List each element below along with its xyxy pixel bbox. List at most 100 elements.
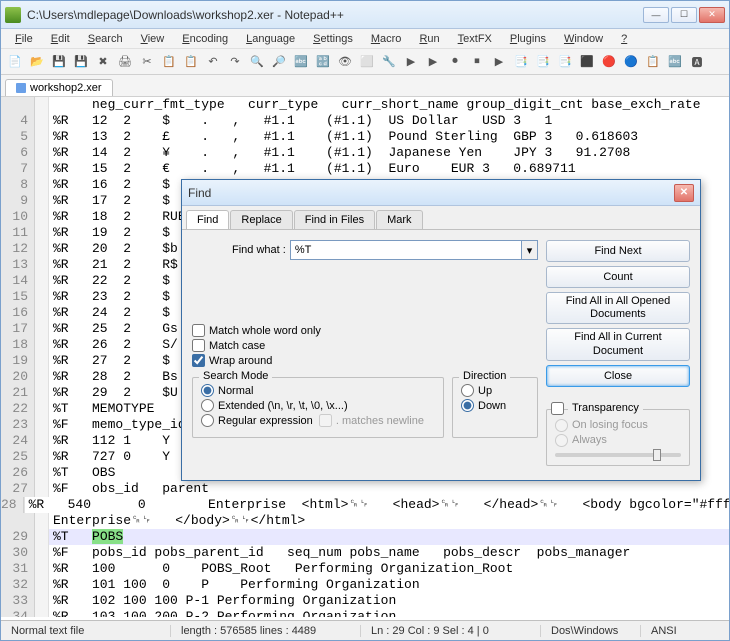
line-content[interactable]: %T OBS [49, 465, 115, 481]
toolbar-button-23[interactable]: 📑 [511, 52, 531, 72]
line-content[interactable]: %F obs_id parent [49, 481, 209, 497]
toolbar-button-5[interactable]: 🖨 [115, 52, 135, 72]
line-content[interactable]: %F memo_type_id [49, 417, 186, 433]
line-content[interactable]: neg_curr_fmt_type curr_type curr_short_n… [49, 97, 701, 113]
find-all-opened-button[interactable]: Find All in All Opened Documents [546, 292, 690, 324]
line-content[interactable]: Enterprise␍␊ </body>␍␊</html> [49, 513, 305, 529]
transparency-checkbox[interactable] [551, 402, 564, 415]
menu-textfx[interactable]: TextFX [450, 31, 500, 47]
menu-edit[interactable]: Edit [43, 31, 78, 47]
line-content[interactable]: %R 22 2 $ [49, 273, 170, 289]
editor-line[interactable]: 33%R 102 100 100 P-1 Performing Organiza… [1, 593, 729, 609]
menu-view[interactable]: View [133, 31, 173, 47]
editor-line[interactable]: 5%R 13 2 £ . , #1.1 (#1.1) Pound Sterlin… [1, 129, 729, 145]
line-content[interactable]: %R 100 0 POBS_Root Performing Organizati… [49, 561, 513, 577]
dialog-titlebar[interactable]: Find ✕ [182, 180, 700, 206]
close-button[interactable]: ✕ [699, 7, 725, 23]
document-tabs[interactable]: workshop2.xer [1, 75, 729, 97]
line-content[interactable]: %R 540 0 Enterprise <html>␍␊ <head>␍␊ </… [25, 497, 729, 513]
toolbar-button-9[interactable]: ↶ [203, 52, 223, 72]
toolbar-button-22[interactable]: ▶ [489, 52, 509, 72]
dlg-tab-mark[interactable]: Mark [376, 210, 422, 229]
editor-line[interactable]: 6%R 14 2 ¥ . , #1.1 (#1.1) Japanese Yen … [1, 145, 729, 161]
toolbar-button-18[interactable]: ▶ [401, 52, 421, 72]
toolbar-button-20[interactable]: ⏺ [445, 52, 465, 72]
menu-settings[interactable]: Settings [305, 31, 361, 47]
toolbar-button-10[interactable]: ↷ [225, 52, 245, 72]
toolbar-button-24[interactable]: 📑 [533, 52, 553, 72]
mode-extended-radio[interactable] [201, 399, 214, 412]
toolbar-button-16[interactable]: ⬜ [357, 52, 377, 72]
editor-line[interactable]: 31%R 100 0 POBS_Root Performing Organiza… [1, 561, 729, 577]
direction-up-radio[interactable] [461, 384, 474, 397]
editor-line[interactable]: 30%F pobs_id pobs_parent_id seq_num pobs… [1, 545, 729, 561]
mode-normal-radio[interactable] [201, 384, 214, 397]
toolbar-button-21[interactable]: ⏹ [467, 52, 487, 72]
toolbar[interactable]: 📄📂💾💾✖🖨✂📋📋↶↷🔍🔎🔤🔡👁⬜🔧▶▶⏺⏹▶📑📑📑⬛🔴🔵📋🔤🅰 [1, 49, 729, 75]
dlg-tab-replace[interactable]: Replace [230, 210, 292, 229]
toolbar-button-17[interactable]: 🔧 [379, 52, 399, 72]
toolbar-button-26[interactable]: ⬛ [577, 52, 597, 72]
wrap-around-checkbox[interactable] [192, 354, 205, 367]
editor-line[interactable]: 7%R 15 2 € . , #1.1 (#1.1) Euro EUR 3 0.… [1, 161, 729, 177]
line-content[interactable]: %R 101 100 0 P Performing Organization [49, 577, 420, 593]
line-content[interactable]: %T MEMOTYPE [49, 401, 154, 417]
menu-window[interactable]: Window [556, 31, 611, 47]
line-content[interactable]: %R 12 2 $ . , #1.1 (#1.1) US Dollar USD … [49, 113, 552, 129]
toolbar-button-6[interactable]: ✂ [137, 52, 157, 72]
toolbar-button-2[interactable]: 💾 [49, 52, 69, 72]
mode-regex-radio[interactable] [201, 414, 214, 427]
editor-line[interactable]: 4%R 12 2 $ . , #1.1 (#1.1) US Dollar USD… [1, 113, 729, 129]
find-next-button[interactable]: Find Next [546, 240, 690, 262]
line-content[interactable]: %R 17 2 $ [49, 193, 170, 209]
dlg-tab-find[interactable]: Find [186, 210, 229, 229]
editor-line[interactable]: Enterprise␍␊ </body>␍␊</html> [1, 513, 729, 529]
dialog-close-button[interactable]: ✕ [674, 184, 694, 202]
toolbar-button-15[interactable]: 👁 [335, 52, 355, 72]
line-content[interactable]: %R 19 2 $ [49, 225, 170, 241]
line-content[interactable]: %R 15 2 € . , #1.1 (#1.1) Euro EUR 3 0.6… [49, 161, 576, 177]
find-all-current-button[interactable]: Find All in Current Document [546, 328, 690, 360]
line-content[interactable]: %T POBS [49, 529, 123, 545]
menu-language[interactable]: Language [238, 31, 303, 47]
menu-bar[interactable]: FileEditSearchViewEncodingLanguageSettin… [1, 29, 729, 49]
line-content[interactable]: %R 13 2 £ . , #1.1 (#1.1) Pound Sterling… [49, 129, 638, 145]
toolbar-button-19[interactable]: ▶ [423, 52, 443, 72]
toolbar-button-30[interactable]: 🔤 [665, 52, 685, 72]
toolbar-button-13[interactable]: 🔤 [291, 52, 311, 72]
menu-file[interactable]: File [7, 31, 41, 47]
line-content[interactable]: %R 23 2 $ [49, 289, 170, 305]
toolbar-button-27[interactable]: 🔴 [599, 52, 619, 72]
dlg-tab-find-in-files[interactable]: Find in Files [294, 210, 375, 229]
toolbar-button-1[interactable]: 📂 [27, 52, 47, 72]
find-input[interactable] [290, 240, 522, 260]
toolbar-button-12[interactable]: 🔎 [269, 52, 289, 72]
menu-macro[interactable]: Macro [363, 31, 410, 47]
toolbar-button-4[interactable]: ✖ [93, 52, 113, 72]
line-content[interactable]: %F pobs_id pobs_parent_id seq_num pobs_n… [49, 545, 630, 561]
maximize-button[interactable]: ☐ [671, 7, 697, 23]
toolbar-button-7[interactable]: 📋 [159, 52, 179, 72]
editor-line[interactable]: neg_curr_fmt_type curr_type curr_short_n… [1, 97, 729, 113]
match-case-checkbox[interactable] [192, 339, 205, 352]
line-content[interactable]: %R 24 2 $ [49, 305, 170, 321]
direction-down-radio[interactable] [461, 399, 474, 412]
line-content[interactable]: %R 16 2 $ [49, 177, 170, 193]
editor-line[interactable]: 28%R 540 0 Enterprise <html>␍␊ <head>␍␊ … [1, 497, 729, 513]
menu-?[interactable]: ? [613, 31, 635, 47]
toolbar-button-28[interactable]: 🔵 [621, 52, 641, 72]
find-history-dropdown[interactable]: ▾ [522, 240, 538, 260]
editor-line[interactable]: 32%R 101 100 0 P Performing Organization [1, 577, 729, 593]
toolbar-button-31[interactable]: 🅰 [687, 52, 707, 72]
menu-search[interactable]: Search [80, 31, 131, 47]
match-whole-word-checkbox[interactable] [192, 324, 205, 337]
line-content[interactable]: %R 27 2 $ [49, 353, 170, 369]
editor-line[interactable]: 29%T POBS [1, 529, 729, 545]
editor-line[interactable]: 34%R 103 100 200 P-2 Performing Organiza… [1, 609, 729, 617]
toolbar-button-8[interactable]: 📋 [181, 52, 201, 72]
count-button[interactable]: Count [546, 266, 690, 288]
menu-run[interactable]: Run [411, 31, 447, 47]
toolbar-button-0[interactable]: 📄 [5, 52, 25, 72]
toolbar-button-25[interactable]: 📑 [555, 52, 575, 72]
menu-encoding[interactable]: Encoding [174, 31, 236, 47]
